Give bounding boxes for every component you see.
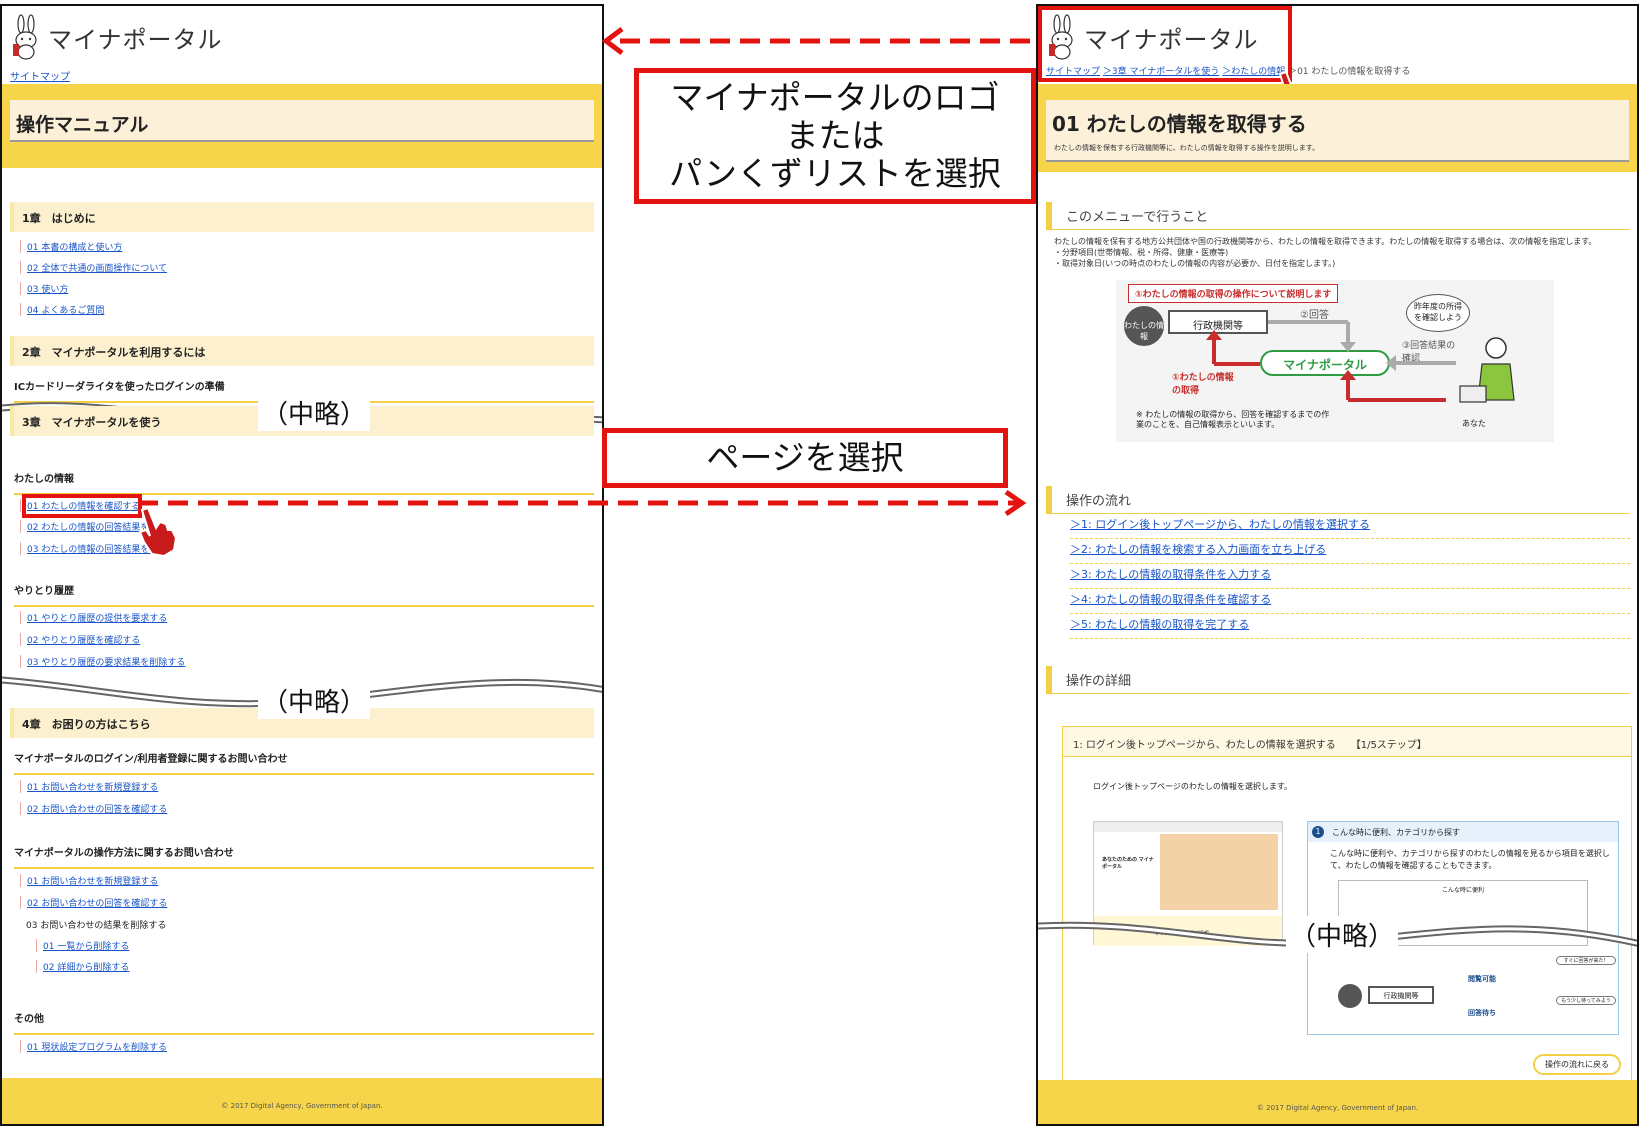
step-text: ログイン後トップページのわたしの情報を選択します。	[1093, 782, 1293, 791]
history-link[interactable]: 02 やりとり履歴を確認する	[20, 633, 140, 646]
arrow-to-detail-page	[138, 489, 1027, 517]
footer: © 2017 Digital Agency, Government of Jap…	[2, 1078, 602, 1124]
omission-label: （中略）	[258, 394, 371, 431]
tip-inner-title: こんな時に便利	[1441, 887, 1484, 894]
page-title-box: 操作マニュアル	[10, 100, 594, 142]
status-viewable: 閲覧可能	[1468, 975, 1496, 983]
inquiry-link[interactable]: 02 お問い合わせの回答を確認する	[20, 896, 167, 909]
thumb-photo	[1160, 834, 1278, 910]
tip-title: こんな時に便利、カテゴリから探す	[1308, 822, 1618, 842]
callout-logo-breadcrumb: マイナポータルのロゴ または パンくずリストを選択	[634, 68, 1036, 204]
menu-text-line: ・分野項目(世帯情報、税・所得、健康・医療等)	[1054, 248, 1229, 257]
delete-inquiry-text: 03 お問い合わせの結果を削除する	[26, 921, 167, 931]
status-waiting: 回答待ち	[1468, 1009, 1496, 1017]
sitemap-link[interactable]: サイトマップ	[10, 68, 70, 83]
status-agency: 行政機関等	[1368, 986, 1434, 1004]
chapter1-link[interactable]: 03 使い方	[20, 282, 68, 295]
history-link[interactable]: 01 やりとり履歴の提供を要求する	[20, 611, 167, 624]
chapter1-link[interactable]: 01 本書の構成と使い方	[20, 240, 122, 253]
inquiry-link[interactable]: 02 お問い合わせの回答を確認する	[20, 802, 167, 815]
page-subtitle: わたしの情報を保有する行政機関等に、わたしの情報を取得する操作を説明します。	[1054, 144, 1320, 152]
rabbit-mascot-icon	[10, 14, 42, 60]
other-subheading: その他	[14, 1010, 594, 1035]
portal-logo[interactable]: マイナポータル	[10, 14, 223, 60]
thumb-title: あなたのための マイナポータル	[1102, 857, 1154, 870]
history-subheading: やりとり履歴	[14, 582, 594, 607]
flow-step-link[interactable]: ＞3: わたしの情報の取得条件を入力する	[1070, 566, 1630, 589]
footer: © 2017 Digital Agency, Government of Jap…	[1038, 1080, 1637, 1124]
step-title: 1: ログイン後トップページから、わたしの情報を選択する 【1/5ステップ】	[1063, 727, 1631, 757]
flow-step-link[interactable]: ＞1: ログイン後トップページから、わたしの情報を選択する	[1070, 516, 1630, 539]
flow-heading: 操作の流れ	[1046, 486, 1629, 514]
menu-heading: このメニューで行うこと	[1046, 202, 1629, 230]
callout-line: または	[785, 116, 885, 155]
chapter1-link[interactable]: 04 よくあるご質問	[20, 303, 104, 316]
flow-step-link[interactable]: ＞2: わたしの情報を検索する入力画面を立ち上げる	[1070, 541, 1630, 564]
omission-label: （中略）	[1286, 916, 1399, 953]
status-diagram: 行政機関等 閲覧可能 回答待ち	[1338, 972, 1538, 1022]
callout-select-page: ページを選択	[602, 428, 1008, 488]
flow-step-link[interactable]: ＞5: わたしの情報の取得を完了する	[1070, 616, 1630, 639]
tip-text: こんな時に便利や、カテゴリから探すのわたしの情報を見るから項目を選択して、わたし…	[1330, 849, 1610, 870]
selected-link-highlight	[22, 494, 142, 518]
step-number-icon: 1	[1312, 826, 1324, 838]
flow-step-link[interactable]: ＞4: わたしの情報の取得条件を確認する	[1070, 591, 1630, 614]
page-title: 01 わたしの情報を取得する	[1052, 112, 1307, 136]
detail-page: マイナポータル サイトマップ ＞3章 マイナポータルを使う ＞わたしの情報 ＞0…	[1036, 4, 1639, 1126]
callout-line: マイナポータルのロゴ	[670, 78, 1000, 117]
chapter2-heading: 2章 マイナポータルを利用するには	[10, 336, 594, 366]
my-info-link[interactable]: 02 わたしの情報の回答結果を	[20, 520, 149, 533]
page-title: 操作マニュアル	[16, 114, 149, 136]
ops-inquiry-subheading: マイナポータルの操作方法に関するお問い合わせ	[14, 844, 594, 869]
inquiry-link[interactable]: 01 お問い合わせを新規登録する	[20, 780, 158, 793]
menu-text: わたしの情報を保有する地方公共団体や国の行政機関等から、わたしの情報を取得できま…	[1054, 236, 1624, 269]
logo-text: マイナポータル	[48, 25, 223, 54]
menu-text-line: ・取得対象日(いつの時点のわたしの情報の内容が必要か、日付を指定します。)	[1054, 259, 1336, 268]
arrow-to-top-page	[601, 27, 1036, 55]
chapter1-link[interactable]: 02 全体で共通の画面操作について	[20, 261, 167, 274]
menu-text-line: わたしの情報を保有する地方公共団体や国の行政機関等から、わたしの情報を取得できま…	[1054, 237, 1597, 246]
detail-heading: 操作の詳細	[1046, 666, 1629, 694]
login-inquiry-subheading: マイナポータルのログイン/利用者登録に関するお問い合わせ	[14, 750, 594, 775]
thumb-header	[1094, 822, 1282, 832]
inquiry-link[interactable]: 01 お問い合わせを新規登録する	[20, 874, 158, 887]
my-info-small-icon	[1338, 984, 1362, 1008]
omission-label: （中略）	[258, 682, 371, 719]
status-bubble: もう少し待ってみよう	[1556, 996, 1616, 1005]
delete-inquiry-sublink[interactable]: 01 一覧から削除する	[36, 939, 129, 952]
logo-highlight	[1038, 6, 1292, 82]
callout-line: パンくずリストを選択	[669, 154, 1001, 193]
manual-top-page: マイナポータル サイトマップ 操作マニュアル 1章 はじめに 01 本書の構成と…	[0, 4, 604, 1126]
other-link[interactable]: 01 現状設定プログラムを削除する	[20, 1040, 167, 1053]
page-title-box: 01 わたしの情報を取得する わたしの情報を保有する行政機関等に、わたしの情報を…	[1046, 100, 1629, 162]
diagram-note: ※ わたしの情報の取得から、回答を確認するまでの作業のことを、自己情報表示といい…	[1136, 410, 1330, 429]
info-retrieval-diagram: ①わたしの情報の取得の操作について説明します わたしの情報 行政機関等 ②回答 …	[1116, 280, 1554, 442]
chapter1-heading: 1章 はじめに	[10, 202, 594, 232]
delete-inquiry-sublink[interactable]: 02 詳細から削除する	[36, 960, 129, 973]
back-to-flow-button[interactable]: 操作の流れに戻る	[1533, 1054, 1621, 1075]
